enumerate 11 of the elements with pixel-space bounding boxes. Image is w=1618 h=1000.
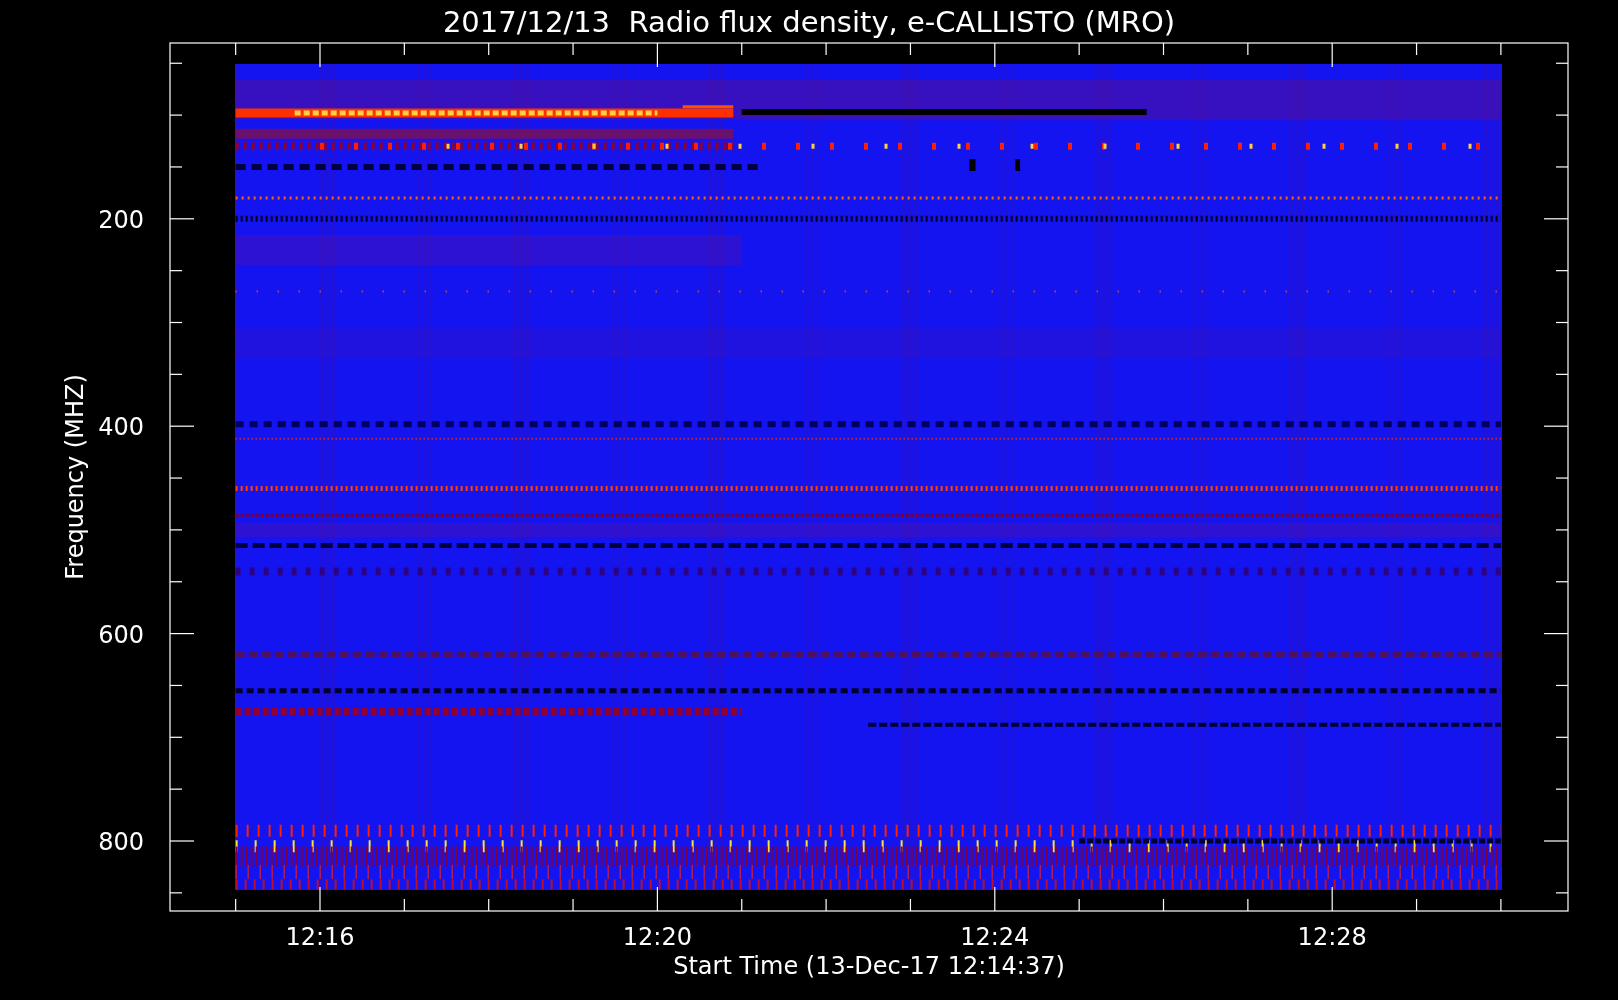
y-tick-label: 200 — [98, 205, 144, 234]
x-axis-label: Start Time (13-Dec-17 12:14:37) — [673, 952, 1065, 980]
x-tick-label: 12:16 — [285, 923, 355, 951]
y-tick-label: 800 — [98, 828, 144, 856]
y-tick-label: 400 — [98, 413, 144, 442]
x-tick-label: 12:28 — [1297, 923, 1367, 951]
chart-title: 2017/12/13 Radio flux density, e-CALLISTO (MRO) — [442, 5, 1176, 39]
x-tick-label: 12:24 — [960, 923, 1030, 951]
x-tick-label: 12:20 — [622, 923, 692, 951]
y-axis-label: Frequency (MHZ) — [61, 374, 89, 580]
y-tick-label: 600 — [98, 620, 144, 649]
